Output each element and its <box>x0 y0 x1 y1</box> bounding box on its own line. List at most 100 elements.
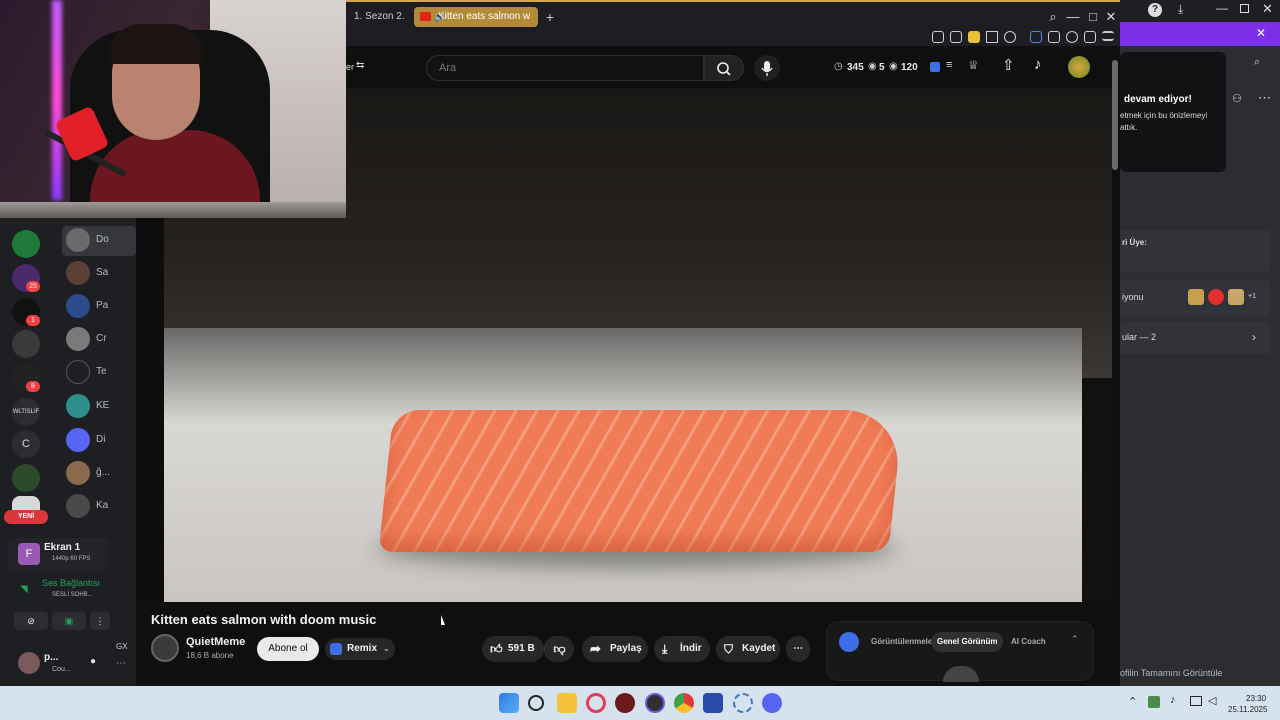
play-icon[interactable] <box>986 31 998 43</box>
browser-tab-1[interactable]: 1. Sezon 2. B <box>348 7 408 27</box>
volume-tray-icon[interactable]: ◁ <box>1208 694 1216 707</box>
discord-icon[interactable] <box>762 693 782 713</box>
browser-search-icon[interactable]: ⌕ <box>1044 8 1062 26</box>
settings-icon[interactable] <box>733 693 753 713</box>
camera-off-button[interactable]: ⊘ <box>14 612 48 630</box>
server-icon-1[interactable] <box>12 230 40 258</box>
dm-item[interactable]: Ka <box>62 492 136 522</box>
channel-name[interactable]: QuietMeme <box>186 636 245 648</box>
screenshot-icon[interactable] <box>950 31 962 43</box>
stat-eye-icon: ◉ <box>868 61 877 72</box>
voice-connection[interactable]: ◥ Ses Bağlantısı SESLİ SOHB... <box>8 576 108 606</box>
download-button[interactable]: ⤓ İndir <box>654 636 710 662</box>
browser-close-icon[interactable]: ✕ <box>1102 8 1120 26</box>
mutual-row[interactable]: ular — 2 › <box>1120 322 1270 354</box>
save-label: Kaydet <box>742 643 776 654</box>
mic-tray-icon[interactable]: ♪ <box>1170 694 1176 706</box>
browser-maximize-icon[interactable]: □ <box>1084 8 1102 26</box>
screen-share-button[interactable]: ▣ <box>52 612 86 630</box>
add-friend-icon[interactable]: ⚇ <box>1232 92 1242 105</box>
help-icon[interactable]: ? <box>1148 3 1162 17</box>
screen-title: Ekran 1 <box>44 542 81 553</box>
dm-item[interactable]: Sa <box>62 259 136 289</box>
search-button[interactable] <box>704 55 744 81</box>
more-actions-button[interactable]: ⋯ <box>786 636 810 662</box>
server-icon-8[interactable] <box>12 464 40 492</box>
connections-row[interactable]: iyonu +1 <box>1120 280 1270 316</box>
tab-overview[interactable]: Genel Görünüm <box>931 632 1004 652</box>
dm-item[interactable]: Pa <box>62 292 136 322</box>
wallet-icon[interactable] <box>1084 31 1096 43</box>
microphone-icon[interactable]: ● <box>90 656 96 667</box>
tab-views[interactable]: Görüntülenmeler <box>865 632 941 652</box>
save-button[interactable]: ⛉ Kaydet <box>716 636 780 662</box>
server-icon-7[interactable]: C <box>12 430 40 458</box>
dm-item[interactable]: Di <box>62 426 136 456</box>
start-icon[interactable] <box>499 693 519 713</box>
menu-icon[interactable] <box>1102 31 1114 41</box>
user-panel[interactable]: p... Cou... ● <box>8 646 128 680</box>
dislike-button[interactable]: 👎︎ <box>544 636 574 662</box>
tray-app-icon[interactable] <box>1148 696 1160 708</box>
search-icon[interactable]: ⌕ <box>1254 56 1270 70</box>
account-avatar[interactable] <box>1068 56 1090 78</box>
profile-icon[interactable] <box>1066 31 1078 43</box>
search-icon[interactable] <box>528 695 544 711</box>
maximize-icon[interactable] <box>1240 4 1249 13</box>
youtube-favicon-icon <box>420 12 431 21</box>
app-icon-yellow[interactable] <box>703 693 723 713</box>
close-icon[interactable]: ✕ <box>1262 1 1273 17</box>
download-icon[interactable]: ⤓ <box>1178 2 1183 17</box>
voice-search-button[interactable] <box>754 55 780 81</box>
obs-icon[interactable] <box>645 693 665 713</box>
remix-button[interactable]: Remix ⌄ <box>325 638 395 660</box>
more-icon[interactable]: ⋯ <box>1258 90 1271 106</box>
tray-chevron-icon[interactable]: ⌃ <box>1128 695 1137 708</box>
chrome-icon[interactable] <box>674 693 694 713</box>
activity-button[interactable]: ⋮ <box>90 612 110 630</box>
view-full-profile-link[interactable]: ofilin Tamamını Görüntüle <box>1120 668 1222 678</box>
dm-item[interactable]: Te <box>62 358 136 388</box>
clock-time[interactable]: 23:30 <box>1246 694 1266 703</box>
search-input[interactable] <box>426 55 704 81</box>
notifications-bell-icon[interactable]: ♪ <box>1034 56 1042 73</box>
dm-item[interactable]: Cr <box>62 325 136 355</box>
share-button[interactable]: ➦ Paylaş <box>582 636 648 662</box>
display-tray-icon[interactable] <box>1190 696 1202 706</box>
card-title: devam ediyor! <box>1124 94 1192 105</box>
trophy-icon[interactable]: ♕ <box>968 58 979 72</box>
vidiq-icon[interactable] <box>930 62 940 72</box>
server-icon-6[interactable]: WLTISLIF <box>12 398 40 426</box>
app-icon-red[interactable] <box>615 693 635 713</box>
bookmark-icon[interactable] <box>932 31 944 43</box>
upload-icon[interactable]: ⇧ <box>1002 56 1015 74</box>
clock-date[interactable]: 25.11.2025 <box>1228 705 1267 714</box>
more-icon[interactable]: ⋯ <box>116 658 126 669</box>
browser-minimize-icon[interactable]: — <box>1064 8 1082 26</box>
filter-icon[interactable]: ⇆ <box>356 60 364 71</box>
dm-item[interactable]: KE <box>62 392 136 422</box>
subscribe-button[interactable]: Abone ol <box>257 637 319 661</box>
heart-icon[interactable] <box>1004 31 1016 43</box>
chevron-up-icon[interactable]: ⌃ <box>1071 634 1079 645</box>
new-badge[interactable]: YENİ <box>4 510 48 524</box>
page-scrollbar[interactable] <box>1112 60 1118 170</box>
screen-share-panel[interactable]: F Ekran 1 1440p 60 FPS <box>8 538 108 572</box>
server-icon-4[interactable] <box>12 330 40 358</box>
avatar <box>18 652 40 674</box>
dm-item[interactable]: Do <box>62 226 136 256</box>
close-banner-icon[interactable]: ✕ <box>1256 26 1266 40</box>
opera-gx-icon[interactable] <box>586 693 606 713</box>
minimize-icon[interactable]: — <box>1216 1 1228 15</box>
extension-icon-1[interactable] <box>1030 31 1042 43</box>
like-button[interactable]: 👍︎ 591 B <box>482 636 544 662</box>
list-icon[interactable]: ≡ <box>946 59 952 71</box>
shield-icon[interactable] <box>968 31 980 43</box>
channel-avatar[interactable] <box>151 634 179 662</box>
new-tab-button[interactable]: + <box>540 7 560 27</box>
puzzle-icon[interactable] <box>1048 31 1060 43</box>
file-explorer-icon[interactable] <box>557 693 577 713</box>
tab-ai-coach[interactable]: AI Coach <box>1005 632 1052 652</box>
dm-item[interactable]: ğ... <box>62 459 136 489</box>
browser-tab-active[interactable]: 🔊 Kitten eats salmon w <box>414 7 538 27</box>
